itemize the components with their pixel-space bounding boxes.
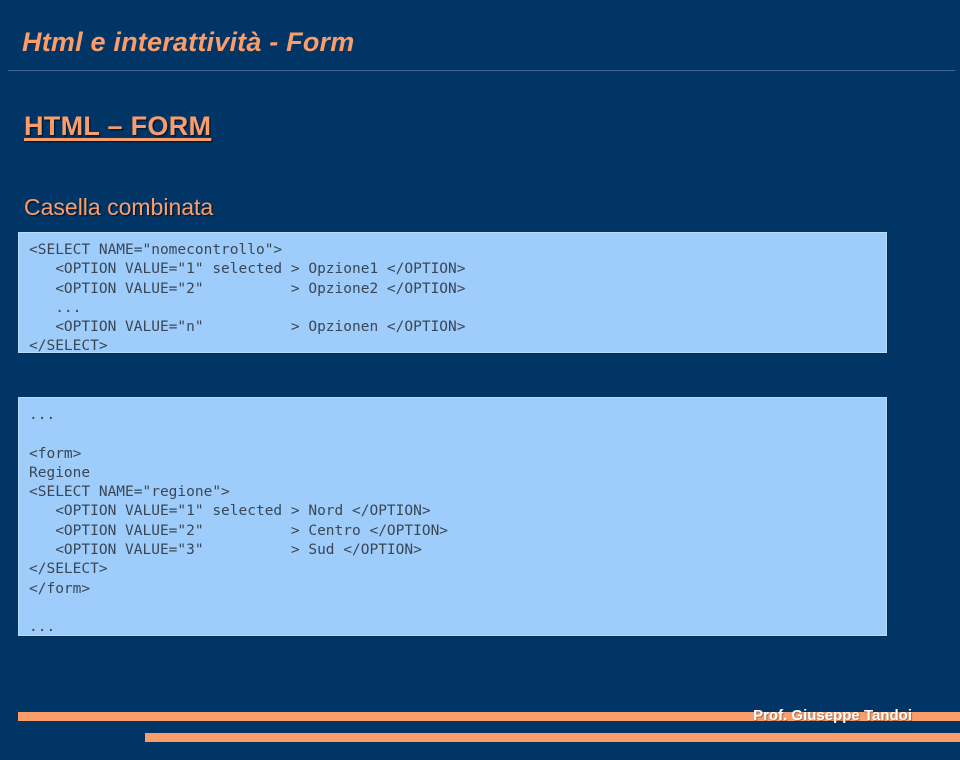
- code-text: <SELECT NAME="nomecontrollo"> <OPTION VA…: [29, 242, 466, 355]
- code-block-select-example: <SELECT NAME="nomecontrollo"> <OPTION VA…: [18, 232, 887, 354]
- slide-canvas: Html e interattività - Form HTML – FORM …: [0, 0, 960, 760]
- code-block-form-regione-example: ... <form> Regione <SELECT NAME="regione…: [18, 397, 887, 636]
- code-text: ... <form> Regione <SELECT NAME="regione…: [29, 407, 449, 636]
- footer-author-name: Prof. Giuseppe Tandoi: [753, 707, 912, 724]
- page-title: Html e interattività - Form: [22, 27, 355, 57]
- heading-casella-combinata: Casella combinata: [24, 194, 214, 220]
- footer-bar-lower: [145, 733, 960, 742]
- title-divider: [8, 70, 955, 71]
- heading-html-form: HTML – FORM: [24, 111, 212, 141]
